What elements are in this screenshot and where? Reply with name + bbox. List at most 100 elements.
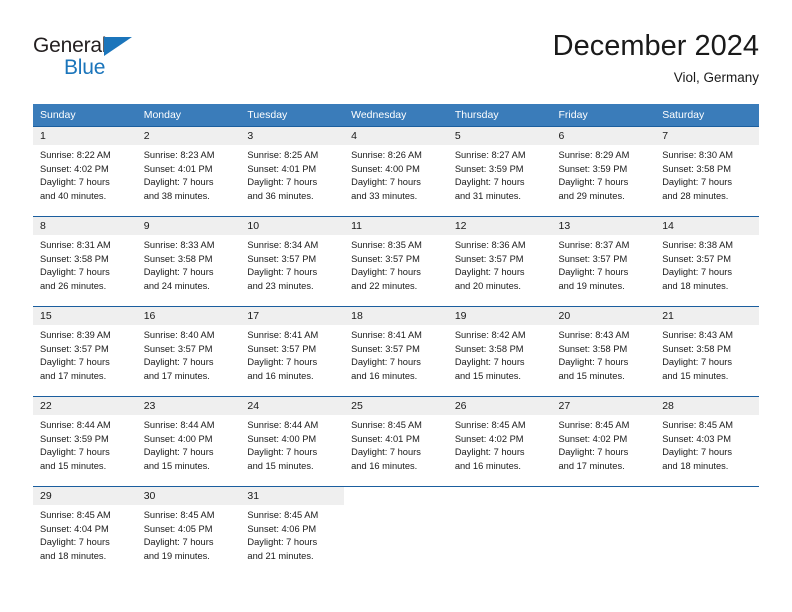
sunset-time: Sunset: 3:57 PM (351, 343, 420, 354)
daylight-duration-line1: Daylight: 7 hours (454, 177, 525, 188)
sunset-time: Sunset: 3:58 PM (662, 343, 731, 354)
daylight-duration-line2: and 36 minutes. (247, 190, 314, 201)
daylight-duration-line2: and 19 minutes. (558, 280, 625, 291)
calendar-day[interactable]: 22 Sunrise: 8:44 AM Sunset: 3:59 PM Dayligh… (33, 396, 137, 486)
calendar-body: 1 Sunrise: 8:22 AM Sunset: 4:02 PM Daylight… (33, 126, 759, 576)
sunset-time: Sunset: 3:57 PM (247, 343, 317, 354)
daylight-duration-line1: Daylight: 7 hours (143, 177, 214, 188)
calendar-day[interactable]: 3 Sunrise: 8:25 AM Sunset: 4:01 PM Daylight… (240, 126, 345, 216)
daylight-duration-line2: and 15 minutes. (558, 370, 625, 381)
sunset-time: Sunset: 3:57 PM (40, 343, 109, 354)
day-number: 19 (447, 307, 552, 325)
sunset-time: Sunset: 4:00 PM (351, 163, 420, 174)
sunset-time: Sunset: 4:02 PM (454, 433, 524, 444)
daylight-duration-line2: and 15 minutes. (247, 460, 314, 471)
calendar-day[interactable]: 12 Sunrise: 8:36 AM Sunset: 3:57 PM Dayligh… (447, 216, 552, 306)
calendar-day[interactable]: 5 Sunrise: 8:27 AM Sunset: 3:59 PM Daylight… (447, 126, 552, 216)
calendar-cell: 10 Sunrise: 8:34 AM Sunset: 3:57 PM Dayligh… (240, 216, 345, 306)
calendar-day[interactable]: 19 Sunrise: 8:42 AM Sunset: 3:58 PM Dayligh… (447, 306, 552, 396)
sunrise-time: Sunrise: 8:45 AM (40, 510, 111, 520)
calendar-day[interactable]: 7 Sunrise: 8:30 AM Sunset: 3:58 PM Daylight… (655, 126, 759, 216)
day-details: Sunrise: 8:40 AM Sunset: 3:57 PM Daylight:… (137, 325, 241, 383)
sunrise-time: Sunrise: 8:33 AM (143, 240, 215, 250)
day-number: 22 (33, 397, 137, 415)
calendar-day[interactable]: 23 Sunrise: 8:44 AM Sunset: 4:00 PM Dayligh… (136, 396, 241, 486)
calendar-day[interactable]: 29 Sunrise: 8:45 AM Sunset: 4:04 PM Dayligh… (33, 486, 137, 576)
page-title: December 2024 (552, 30, 759, 62)
calendar-day[interactable]: 24 Sunrise: 8:44 AM Sunset: 4:00 PM Dayligh… (240, 396, 345, 486)
calendar-day[interactable]: 30 Sunrise: 8:45 AM Sunset: 4:05 PM Dayligh… (136, 486, 241, 576)
day-details: Sunrise: 8:36 AM Sunset: 3:57 PM Daylight:… (448, 235, 552, 293)
day-number: 5 (447, 127, 552, 145)
daylight-duration-line2: and 15 minutes. (143, 460, 210, 471)
sunset-time: Sunset: 4:01 PM (351, 433, 420, 444)
calendar-day[interactable]: 8 Sunrise: 8:31 AM Sunset: 3:58 PM Daylight… (33, 216, 137, 306)
daylight-duration-line2: and 20 minutes. (454, 280, 521, 291)
daylight-duration-line1: Daylight: 7 hours (558, 267, 629, 278)
brand-name-blue: Blue (64, 56, 106, 79)
calendar-day[interactable]: 20 Sunrise: 8:43 AM Sunset: 3:58 PM Dayligh… (551, 306, 656, 396)
sunset-time: Sunset: 4:01 PM (143, 163, 213, 174)
day-number (448, 487, 552, 505)
sunset-time: Sunset: 3:57 PM (558, 253, 628, 264)
daylight-duration-line2: and 17 minutes. (558, 460, 625, 471)
daylight-duration-line1: Daylight: 7 hours (40, 267, 110, 278)
calendar-day[interactable]: 13 Sunrise: 8:37 AM Sunset: 3:57 PM Dayligh… (551, 216, 656, 306)
day-number: 25 (344, 397, 448, 415)
day-details: Sunrise: 8:45 AM Sunset: 4:02 PM Daylight:… (448, 415, 552, 473)
sunrise-time: Sunrise: 8:38 AM (662, 240, 734, 250)
calendar-day[interactable]: 1 Sunrise: 8:22 AM Sunset: 4:02 PM Daylight… (33, 126, 137, 216)
daylight-duration-line1: Daylight: 7 hours (40, 177, 110, 188)
calendar-day[interactable]: 26 Sunrise: 8:45 AM Sunset: 4:02 PM Dayligh… (447, 396, 552, 486)
calendar-cell: 8 Sunrise: 8:31 AM Sunset: 3:58 PM Daylight… (33, 216, 137, 306)
day-number: 16 (136, 307, 241, 325)
sunset-time: Sunset: 4:02 PM (40, 163, 109, 174)
calendar-day[interactable]: 15 Sunrise: 8:39 AM Sunset: 3:57 PM Dayligh… (33, 306, 137, 396)
calendar-day[interactable]: 28 Sunrise: 8:45 AM Sunset: 4:03 PM Dayligh… (655, 396, 759, 486)
day-details: Sunrise: 8:33 AM Sunset: 3:58 PM Daylight:… (137, 235, 241, 293)
sunset-time: Sunset: 3:57 PM (143, 343, 213, 354)
calendar-day[interactable]: 18 Sunrise: 8:41 AM Sunset: 3:57 PM Dayligh… (344, 306, 448, 396)
sunrise-time: Sunrise: 8:35 AM (351, 240, 422, 250)
day-details: Sunrise: 8:22 AM Sunset: 4:02 PM Daylight:… (33, 145, 137, 203)
calendar-cell: 24 Sunrise: 8:44 AM Sunset: 4:00 PM Dayligh… (240, 396, 345, 486)
calendar-day[interactable]: 25 Sunrise: 8:45 AM Sunset: 4:01 PM Dayligh… (344, 396, 448, 486)
sunset-time: Sunset: 4:01 PM (247, 163, 317, 174)
calendar-cell: 1 Sunrise: 8:22 AM Sunset: 4:02 PM Daylight… (33, 126, 137, 216)
day-details: Sunrise: 8:44 AM Sunset: 3:59 PM Daylight:… (33, 415, 137, 473)
calendar-week-row: 29 Sunrise: 8:45 AM Sunset: 4:04 PM Dayligh… (33, 486, 759, 576)
calendar-cell: 17 Sunrise: 8:41 AM Sunset: 3:57 PM Dayligh… (240, 306, 345, 396)
calendar-day[interactable]: 10 Sunrise: 8:34 AM Sunset: 3:57 PM Dayligh… (240, 216, 345, 306)
calendar-day[interactable]: 16 Sunrise: 8:40 AM Sunset: 3:57 PM Dayligh… (136, 306, 241, 396)
day-number: 4 (344, 127, 448, 145)
day-number: 6 (551, 127, 656, 145)
sunset-time: Sunset: 3:59 PM (454, 163, 524, 174)
calendar-day[interactable]: 17 Sunrise: 8:41 AM Sunset: 3:57 PM Dayligh… (240, 306, 345, 396)
day-details: Sunrise: 8:35 AM Sunset: 3:57 PM Daylight:… (344, 235, 448, 293)
sunset-time: Sunset: 4:04 PM (40, 523, 109, 534)
sunrise-time: Sunrise: 8:27 AM (454, 150, 526, 160)
calendar-day[interactable]: 27 Sunrise: 8:45 AM Sunset: 4:02 PM Dayligh… (551, 396, 656, 486)
day-details: Sunrise: 8:23 AM Sunset: 4:01 PM Daylight:… (137, 145, 241, 203)
daylight-duration-line2: and 33 minutes. (351, 190, 418, 201)
calendar-day[interactable]: 6 Sunrise: 8:29 AM Sunset: 3:59 PM Daylight… (551, 126, 656, 216)
calendar-day[interactable]: 21 Sunrise: 8:43 AM Sunset: 3:58 PM Dayligh… (655, 306, 759, 396)
calendar-day[interactable]: 11 Sunrise: 8:35 AM Sunset: 3:57 PM Dayligh… (344, 216, 448, 306)
daylight-duration-line2: and 26 minutes. (40, 280, 107, 291)
calendar-cell: 7 Sunrise: 8:30 AM Sunset: 3:58 PM Daylight… (655, 126, 759, 216)
calendar-day[interactable]: 9 Sunrise: 8:33 AM Sunset: 3:58 PM Daylight… (136, 216, 241, 306)
calendar-day[interactable]: 2 Sunrise: 8:23 AM Sunset: 4:01 PM Daylight… (136, 126, 241, 216)
sunset-time: Sunset: 4:02 PM (558, 433, 628, 444)
calendar-day[interactable]: 4 Sunrise: 8:26 AM Sunset: 4:00 PM Daylight… (344, 126, 448, 216)
weekday-header-wednesday: Wednesday (344, 104, 448, 126)
calendar-day[interactable]: 31 Sunrise: 8:45 AM Sunset: 4:06 PM Dayligh… (240, 486, 345, 576)
day-number: 2 (136, 127, 241, 145)
calendar-day-empty (447, 486, 552, 576)
calendar-day[interactable]: 14 Sunrise: 8:38 AM Sunset: 3:57 PM Dayligh… (655, 216, 759, 306)
calendar-cell: 16 Sunrise: 8:40 AM Sunset: 3:57 PM Dayligh… (136, 306, 241, 396)
day-number: 10 (240, 217, 345, 235)
sunrise-time: Sunrise: 8:37 AM (558, 240, 630, 250)
sunrise-time: Sunrise: 8:41 AM (247, 330, 319, 340)
day-details: Sunrise: 8:38 AM Sunset: 3:57 PM Daylight:… (655, 235, 759, 293)
brand-logo[interactable]: General Blue (33, 34, 213, 86)
